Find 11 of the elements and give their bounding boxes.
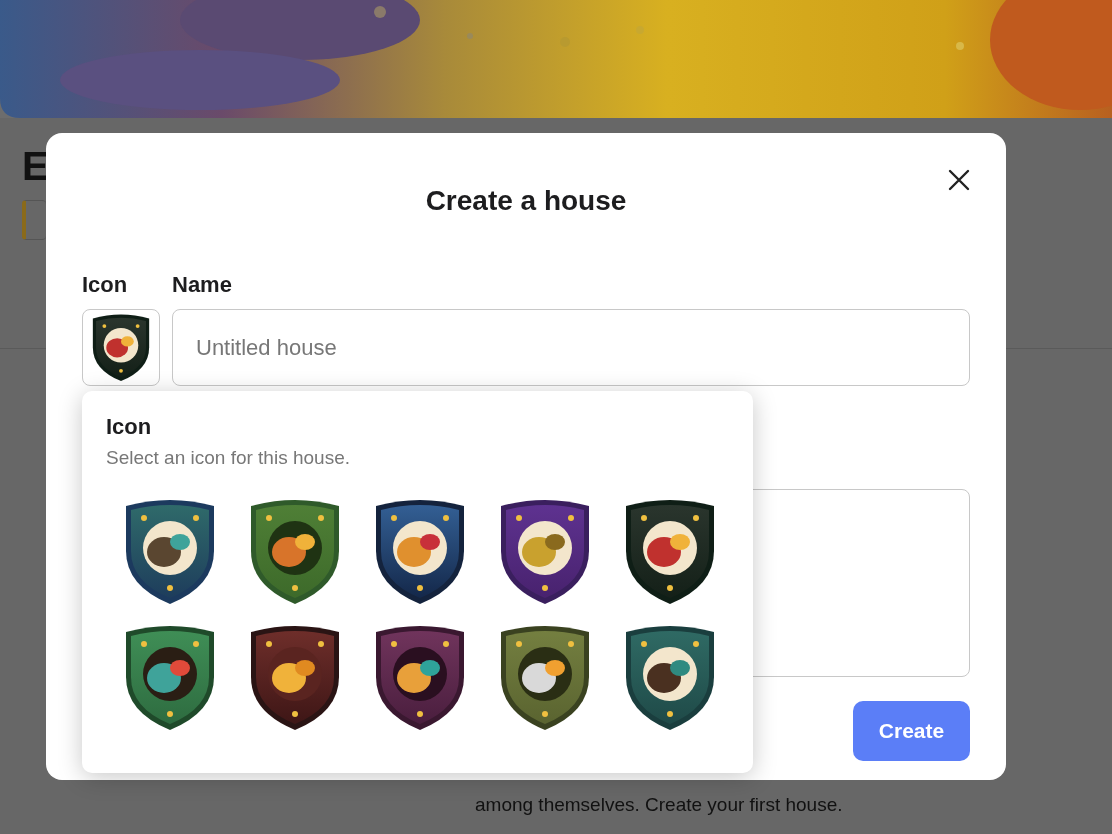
dialog-title: Create a house	[425, 184, 627, 218]
create-button[interactable]: Create	[853, 701, 970, 761]
popover-hint: Select an icon for this house.	[106, 447, 351, 469]
icon-picker-button[interactable]	[82, 309, 160, 386]
close-icon[interactable]	[948, 169, 970, 191]
page-heading: E	[22, 143, 49, 190]
name-field[interactable]: Untitled house	[172, 309, 970, 386]
popover-title: Icon	[106, 413, 153, 441]
empty-state-text: among themselves. Create your first house.	[475, 794, 844, 816]
field-label: Icon	[82, 271, 129, 299]
field-label: Name	[172, 271, 232, 299]
